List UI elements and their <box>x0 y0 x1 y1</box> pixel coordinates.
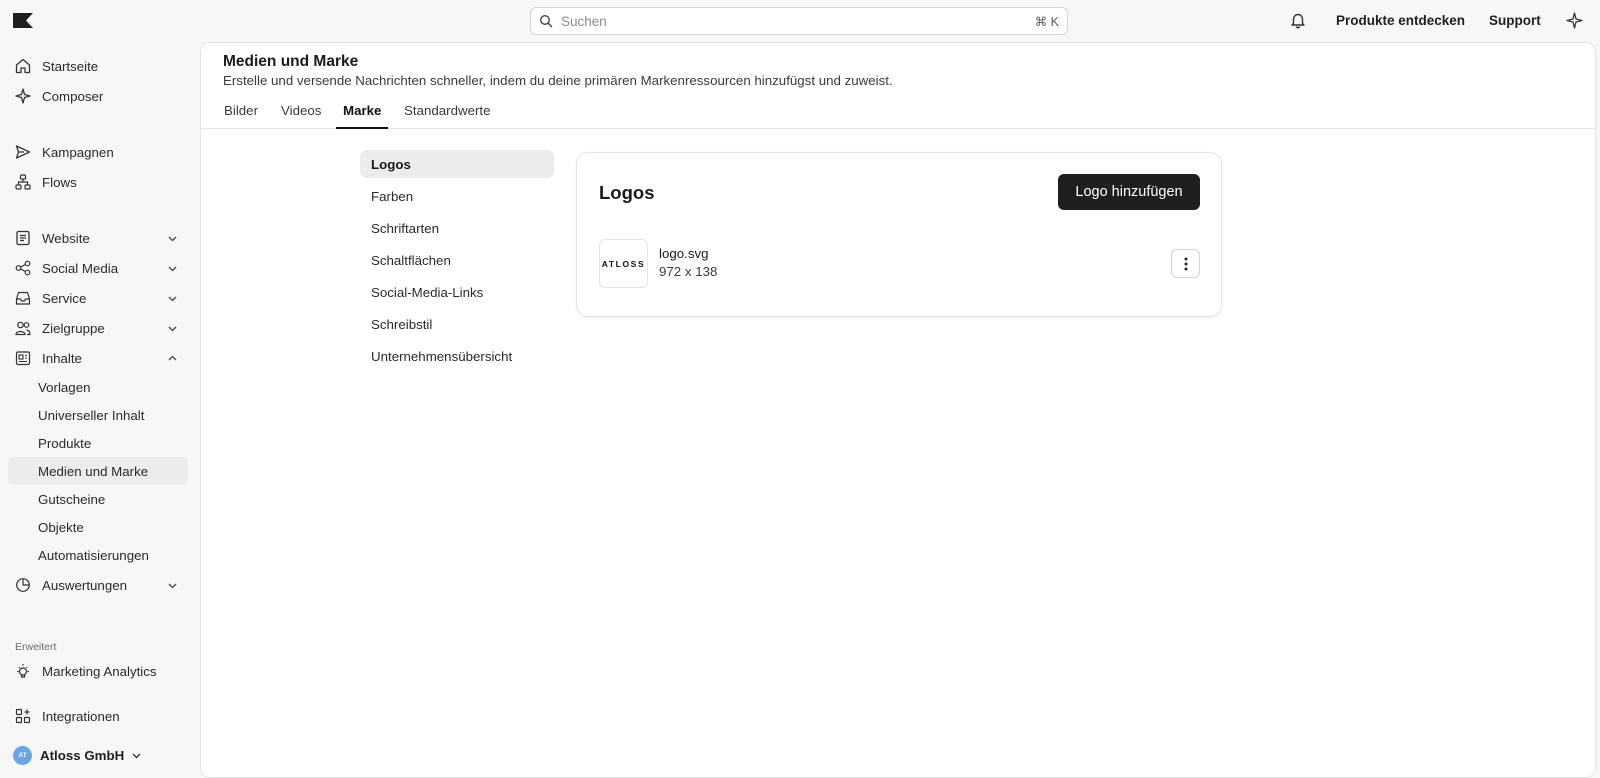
tab-bar: Bilder Videos Marke Standardwerte <box>201 95 1595 129</box>
sidebar-item-label: Marketing Analytics <box>42 663 157 679</box>
discover-products-link[interactable]: Produkte entdecken <box>1336 13 1465 28</box>
logos-card: Logos Logo hinzufügen ATLOSS logo.svg 97… <box>576 152 1222 317</box>
more-options-button[interactable] <box>1171 249 1200 278</box>
sidebar-item-label: Zielgruppe <box>42 320 105 336</box>
tab-bilder[interactable]: Bilder <box>217 103 265 129</box>
add-logo-button[interactable]: Logo hinzufügen <box>1058 174 1200 210</box>
sidebar-item-flows[interactable]: Flows <box>8 168 188 196</box>
logos-card-title: Logos <box>599 182 655 203</box>
search-shortcut: ⌘ K <box>1034 14 1059 29</box>
sidebar-item-composer[interactable]: Composer <box>8 82 188 110</box>
sidebar-item-label: Composer <box>42 88 104 104</box>
sidebar-item-kampagnen[interactable]: Kampagnen <box>8 138 188 166</box>
sidebar-item-startseite[interactable]: Startseite <box>8 52 188 80</box>
content-icon <box>14 349 32 367</box>
sidebar-subitem-vorlagen[interactable]: Vorlagen <box>8 373 188 401</box>
avatar: AT <box>13 746 32 765</box>
brand-nav-schaltflaechen[interactable]: Schaltflächen <box>360 246 554 274</box>
sparkle-icon <box>14 87 32 105</box>
sidebar-item-zielgruppe[interactable]: Zielgruppe <box>8 314 188 342</box>
sidebar-subitem-objekte[interactable]: Objekte <box>8 513 188 541</box>
sidebar-item-inhalte[interactable]: Inhalte <box>8 344 188 372</box>
brand-nav-logos[interactable]: Logos <box>360 150 554 178</box>
sidebar-item-label: Service <box>42 290 87 306</box>
share-icon <box>14 259 32 277</box>
sidebar-item-auswertungen[interactable]: Auswertungen <box>8 571 188 599</box>
logo-file-dimensions: 972 x 138 <box>659 264 718 279</box>
account-name: Atloss GmbH <box>40 748 125 763</box>
sidebar-item-label: Inhalte <box>42 350 82 366</box>
tab-standardwerte[interactable]: Standardwerte <box>397 103 497 129</box>
bell-icon[interactable] <box>1289 11 1307 29</box>
top-bar: Suchen ⌘ K Produkte entdecken Support <box>0 0 1600 42</box>
logo-file-name: logo.svg <box>659 246 709 261</box>
sidebar-item-social-media[interactable]: Social Media <box>8 254 188 282</box>
ai-sparkle-icon[interactable] <box>1566 12 1583 29</box>
inbox-icon <box>14 289 32 307</box>
chevron-down-icon <box>167 263 178 274</box>
account-switcher[interactable]: AT Atloss GmbH <box>13 746 142 765</box>
tab-marke[interactable]: Marke <box>336 103 389 129</box>
brand-logo-icon[interactable] <box>13 13 33 28</box>
page-icon <box>14 229 32 247</box>
page-title: Medien und Marke <box>223 53 359 70</box>
home-icon <box>14 57 32 75</box>
sidebar-subitem-gutscheine[interactable]: Gutscheine <box>8 485 188 513</box>
chevron-down-icon <box>167 293 178 304</box>
logo-thumbnail[interactable]: ATLOSS <box>599 239 648 288</box>
sidebar-item-label: Auswertungen <box>42 577 128 593</box>
sidebar-item-label: Kampagnen <box>42 144 114 160</box>
main-panel: Medien und Marke Erstelle und versende N… <box>200 42 1596 778</box>
tab-videos[interactable]: Videos <box>274 103 328 129</box>
sidebar-item-label: Flows <box>42 174 77 190</box>
brand-nav-schreibstil[interactable]: Schreibstil <box>360 310 554 338</box>
sidebar-item-label: Website <box>42 230 90 246</box>
sidebar-item-marketing-analytics[interactable]: Marketing Analytics <box>8 657 188 685</box>
users-icon <box>14 319 32 337</box>
sidebar-subitem-universeller-inhalt[interactable]: Universeller Inhalt <box>8 401 188 429</box>
brand-nav-farben[interactable]: Farben <box>360 182 554 210</box>
sidebar-item-label: Social Media <box>42 260 119 276</box>
flow-icon <box>14 173 32 191</box>
page-subtitle: Erstelle und versende Nachrichten schnel… <box>223 73 893 88</box>
sidebar-subitem-produkte[interactable]: Produkte <box>8 429 188 457</box>
chevron-down-icon <box>167 233 178 244</box>
chevron-up-icon <box>167 353 178 364</box>
chevron-down-icon <box>167 580 178 591</box>
support-link[interactable]: Support <box>1489 13 1541 28</box>
brand-nav-social-media-links[interactable]: Social-Media-Links <box>360 278 554 306</box>
section-label-advanced: Erweitert <box>15 641 57 653</box>
sidebar-subitem-automatisierungen[interactable]: Automatisierungen <box>8 541 188 569</box>
more-vertical-icon <box>1184 257 1188 271</box>
brand-nav-schriftarten[interactable]: Schriftarten <box>360 214 554 242</box>
chart-pie-icon <box>14 576 32 594</box>
grid-plus-icon <box>14 707 32 725</box>
search-placeholder: Suchen <box>561 13 607 29</box>
send-icon <box>14 143 32 161</box>
brand-nav-unternehmensuebersicht[interactable]: Unternehmensübersicht <box>360 342 554 370</box>
sidebar-item-service[interactable]: Service <box>8 284 188 312</box>
sidebar-item-label: Integrationen <box>42 708 120 724</box>
bulb-icon <box>14 662 32 680</box>
sidebar-item-website[interactable]: Website <box>8 224 188 252</box>
chevron-down-icon <box>167 323 178 334</box>
search-input[interactable]: Suchen ⌘ K <box>530 7 1068 35</box>
sidebar-subitem-medien-und-marke[interactable]: Medien und Marke <box>8 457 188 485</box>
sidebar-item-integrationen[interactable]: Integrationen <box>8 702 188 730</box>
search-icon <box>539 14 553 28</box>
chevron-down-icon <box>131 750 142 761</box>
sidebar: Startseite Composer Kampagnen Flows Webs… <box>0 42 200 778</box>
sidebar-item-label: Startseite <box>42 58 99 74</box>
